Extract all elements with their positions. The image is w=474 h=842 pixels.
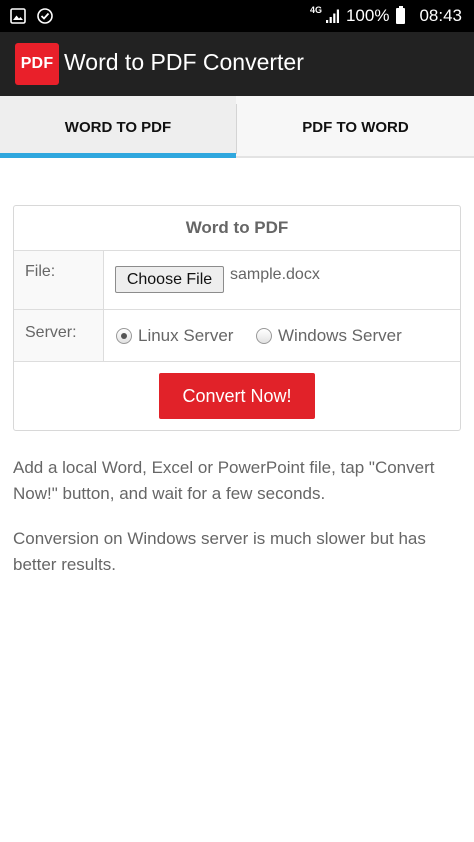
clock: 08:43 (419, 6, 462, 25)
linux-server-option[interactable]: Linux Server (116, 326, 233, 346)
status-system-icons: 4G 100% 08:43 (310, 4, 462, 28)
server-value-cell: Linux Server Windows Server (104, 310, 460, 361)
server-row: Server: Linux Server Windows Server (14, 310, 460, 362)
shield-check-icon (37, 8, 53, 24)
network-type: 4G (309, 5, 322, 15)
file-label-cell: File: (14, 251, 104, 309)
selected-file-name: sample.docx (230, 266, 320, 283)
status-bar: 4G 100% 08:43 (0, 0, 474, 32)
battery-percent: 100% (345, 6, 390, 25)
linux-server-radio[interactable] (116, 328, 132, 344)
linux-server-label: Linux Server (138, 326, 234, 345)
active-tab-indicator (0, 153, 236, 158)
file-row: File: Choose File sample.docx (14, 251, 460, 310)
windows-server-option[interactable]: Windows Server (256, 326, 402, 346)
file-label: File: (25, 263, 56, 280)
choose-file-button[interactable]: Choose File (115, 266, 224, 293)
tab-baseline (236, 156, 474, 158)
signal-icon (325, 9, 339, 23)
server-label: Server: (25, 324, 77, 341)
tab-pdf-to-word[interactable]: PDF TO WORD (237, 96, 474, 158)
instruction-paragraph: Conversion on Windows server is much slo… (13, 529, 426, 574)
battery-icon (396, 6, 406, 24)
server-label-cell: Server: (14, 310, 104, 361)
app-title: Word to PDF Converter (64, 49, 304, 75)
tab-word-to-pdf[interactable]: WORD TO PDF (0, 96, 236, 158)
tab-word-to-pdf-label: WORD TO PDF (64, 118, 172, 136)
instruction-paragraph: Add a local Word, Excel or PowerPoint fi… (13, 458, 435, 503)
gallery-icon (10, 8, 26, 24)
file-value-cell: Choose File sample.docx (104, 251, 460, 309)
windows-server-label: Windows Server (278, 326, 402, 345)
status-notification-icons (10, 7, 54, 25)
tab-pdf-to-word-label: PDF TO WORD (302, 118, 409, 136)
convert-now-button[interactable]: Convert Now! (159, 373, 315, 419)
instructions: Add a local Word, Excel or PowerPoint fi… (13, 455, 463, 597)
windows-server-radio[interactable] (256, 328, 272, 344)
form-title: Word to PDF (14, 206, 460, 251)
conversion-form: Word to PDF File: Choose File sample.doc… (13, 205, 461, 431)
tab-bar: WORD TO PDF PDF TO WORD (0, 96, 474, 158)
app-logo: PDF (15, 43, 59, 85)
app-bar: PDF Word to PDF Converter (0, 32, 474, 96)
